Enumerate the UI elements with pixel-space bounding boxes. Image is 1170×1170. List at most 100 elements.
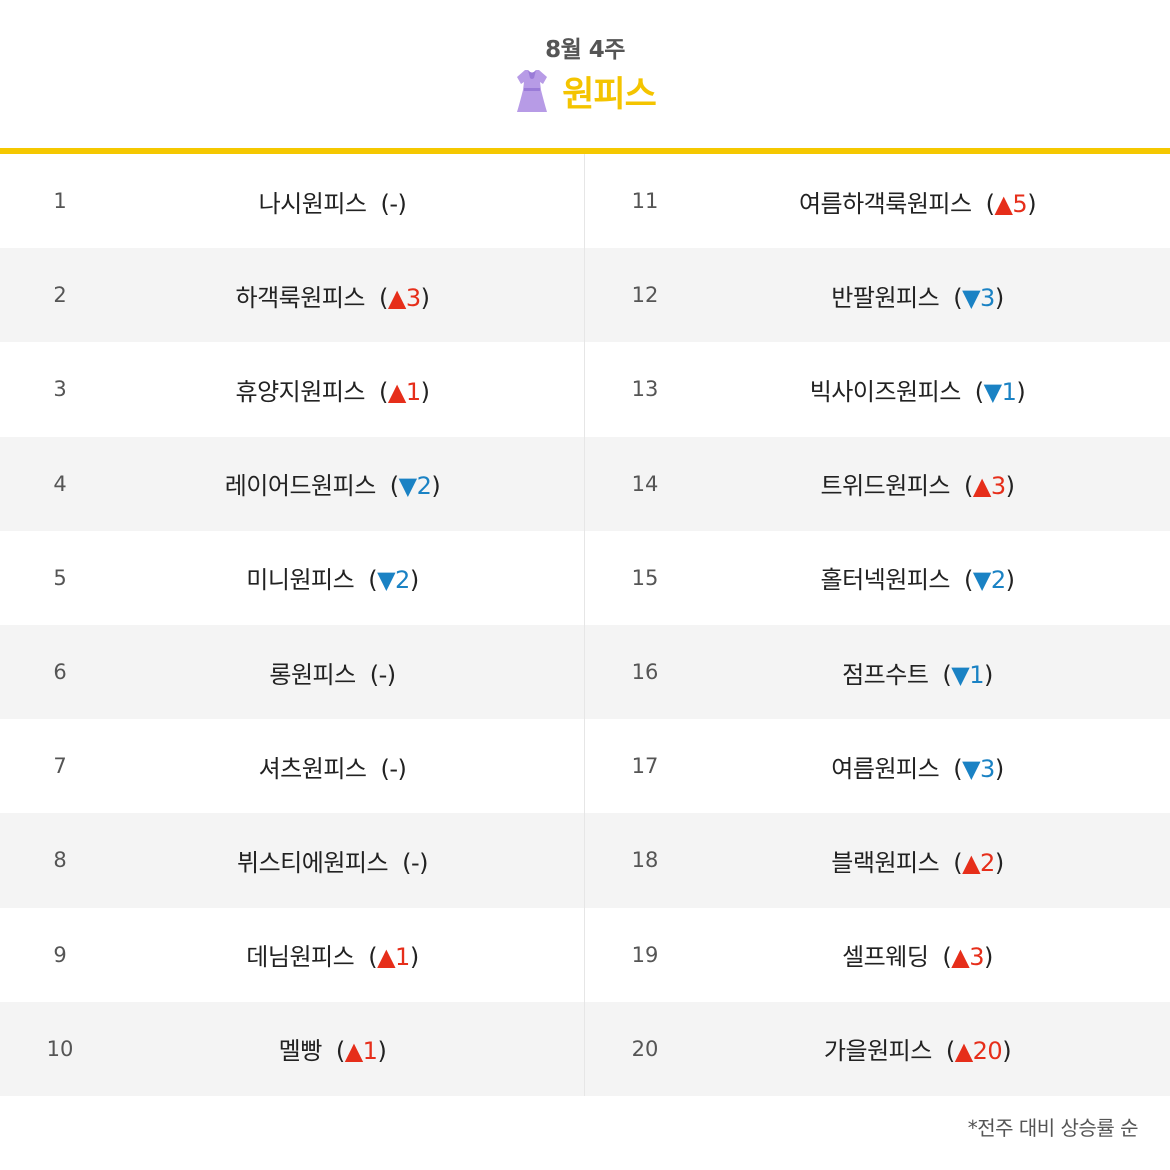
ranking-table: 1 나시원피스 (-) 11 여름하객룩원피스 (▲5) 2 하객룩원피스 (▲3) 12 반팔원피…	[0, 154, 1170, 1096]
keyword-item[interactable]: 멜빵 (▲1)	[0, 1031, 585, 1066]
keyword-item[interactable]: 트위드원피스 (▲3)	[585, 466, 1170, 501]
table-row: 5 미니원피스 (▼2) 15 홀터넥원피스 (▼2)	[0, 530, 1170, 625]
keyword-item[interactable]: 데님원피스 (▲1)	[0, 937, 585, 972]
right-cell: 17 여름원피스 (▼3)	[585, 719, 1170, 813]
keyword-name: 뷔스티에원피스	[237, 848, 389, 877]
up-arrow-icon: ▲1	[344, 1037, 378, 1066]
left-cell: 8 뷔스티에원피스 (-)	[0, 813, 585, 908]
down-arrow-icon: ▼1	[951, 660, 985, 689]
keyword-name: 빅사이즈원피스	[809, 377, 962, 406]
rank-change: (▼3)	[953, 283, 1004, 312]
right-cell: 13 빅사이즈원피스 (▼1)	[585, 342, 1170, 436]
keyword-name: 하객룩원피스	[235, 283, 366, 312]
left-cell: 5 미니원피스 (▼2)	[0, 530, 585, 625]
up-arrow-icon: ▲3	[972, 472, 1006, 501]
left-cell: 4 레이어드원피스 (▼2)	[0, 436, 585, 531]
keyword-item[interactable]: 여름원피스 (▼3)	[585, 749, 1170, 784]
keyword-item[interactable]: 가을원피스 (▲20)	[585, 1031, 1170, 1066]
rank-change: (▲3)	[964, 472, 1015, 501]
left-cell: 9 데님원피스 (▲1)	[0, 907, 585, 1002]
keyword-item[interactable]: 뷔스티에원피스 (-)	[0, 843, 585, 878]
category-title: 원피스	[562, 74, 657, 115]
rank-change: (▲1)	[379, 377, 430, 406]
keyword-item[interactable]: 셔츠원피스 (-)	[0, 749, 585, 784]
keyword-name: 셀프웨딩	[842, 943, 929, 972]
keyword-item[interactable]: 나시원피스 (-)	[0, 184, 585, 219]
header: 8월 4주 원피스	[0, 0, 1170, 148]
table-row: 9 데님원피스 (▲1) 19 셀프웨딩 (▲3)	[0, 907, 1170, 1002]
rank-change: (-)	[380, 754, 407, 783]
keyword-item[interactable]: 미니원피스 (▼2)	[0, 560, 585, 595]
keyword-item[interactable]: 하객룩원피스 (▲3)	[0, 278, 585, 313]
up-arrow-icon: ▲1	[377, 943, 410, 972]
keyword-name: 멜빵	[278, 1037, 323, 1066]
left-cell: 7 셔츠원피스 (-)	[0, 719, 585, 814]
down-arrow-icon: ▼1	[983, 377, 1017, 406]
rank-change: (▲3)	[379, 283, 430, 312]
rank-change: (▲5)	[985, 189, 1037, 218]
right-cell: 14 트위드원피스 (▲3)	[585, 437, 1170, 531]
keyword-name: 미니원피스	[246, 566, 355, 595]
rank-change: (-)	[402, 848, 428, 877]
rank-change: (▲1)	[368, 943, 419, 972]
down-arrow-icon: ▼3	[962, 283, 995, 312]
keyword-name: 휴양지원피스	[235, 377, 366, 406]
left-cell: 3 휴양지원피스 (▲1)	[0, 342, 585, 437]
footnote: *전주 대비 상승률 순	[967, 1116, 1139, 1140]
keyword-item[interactable]: 셀프웨딩 (▲3)	[585, 937, 1170, 972]
table-row: 7 셔츠원피스 (-) 17 여름원피스 (▼3)	[0, 719, 1170, 814]
up-arrow-icon: ▲3	[387, 283, 421, 312]
keyword-item[interactable]: 블랙원피스 (▲2)	[585, 843, 1170, 878]
rank-change: (-)	[369, 660, 396, 689]
left-cell: 6 롱원피스 (-)	[0, 625, 585, 720]
right-cell: 19 셀프웨딩 (▲3)	[585, 908, 1170, 1002]
right-cell: 20 가을원피스 (▲20)	[585, 1002, 1170, 1096]
keyword-name: 트위드원피스	[820, 472, 951, 501]
keyword-item[interactable]: 홀터넥원피스 (▼2)	[585, 560, 1170, 595]
rank-change: (▼2)	[368, 566, 419, 595]
down-arrow-icon: ▼2	[377, 566, 410, 595]
rank-change: (▼2)	[389, 472, 441, 501]
keyword-name: 홀터넥원피스	[820, 566, 951, 595]
keyword-item[interactable]: 여름하객룩원피스 (▲5)	[585, 184, 1170, 219]
table-row: 2 하객룩원피스 (▲3) 12 반팔원피스 (▼3)	[0, 248, 1170, 343]
table-row: 4 레이어드원피스 (▼2) 14 트위드원피스 (▲3)	[0, 436, 1170, 531]
keyword-name: 가을원피스	[823, 1037, 932, 1066]
down-arrow-icon: ▼2	[398, 472, 432, 501]
down-arrow-icon: ▼3	[962, 754, 995, 783]
keyword-item[interactable]: 휴양지원피스 (▲1)	[0, 372, 585, 407]
rank-change: (▲20)	[945, 1037, 1012, 1066]
keyword-name: 반팔원피스	[831, 283, 940, 312]
up-arrow-icon: ▲1	[387, 377, 421, 406]
up-arrow-icon: ▲2	[962, 848, 995, 877]
rank-change: (-)	[380, 189, 407, 218]
rank-change: (▼1)	[974, 377, 1026, 406]
rank-change: (▲1)	[335, 1037, 387, 1066]
keyword-name: 점프수트	[842, 660, 929, 689]
right-cell: 16 점프수트 (▼1)	[585, 625, 1170, 719]
keyword-name: 레이어드원피스	[224, 472, 377, 501]
table-row: 10 멜빵 (▲1) 20 가을원피스 (▲20)	[0, 1001, 1170, 1096]
up-arrow-icon: ▲5	[994, 189, 1028, 218]
title-row: 원피스	[0, 66, 1170, 116]
keyword-name: 나시원피스	[258, 189, 367, 218]
right-cell: 12 반팔원피스 (▼3)	[585, 248, 1170, 342]
keyword-name: 블랙원피스	[831, 848, 940, 877]
keyword-item[interactable]: 빅사이즈원피스 (▼1)	[585, 372, 1170, 407]
table-row: 6 롱원피스 (-) 16 점프수트 (▼1)	[0, 625, 1170, 720]
right-cell: 15 홀터넥원피스 (▼2)	[585, 531, 1170, 625]
keyword-name: 데님원피스	[246, 943, 355, 972]
keyword-name: 여름하객룩원피스	[798, 189, 972, 218]
keyword-item[interactable]: 반팔원피스 (▼3)	[585, 278, 1170, 313]
keyword-item[interactable]: 점프수트 (▼1)	[585, 655, 1170, 690]
week-label: 8월 4주	[545, 37, 625, 63]
keyword-name: 롱원피스	[269, 660, 356, 689]
keyword-item[interactable]: 롱원피스 (-)	[0, 655, 585, 690]
keyword-item[interactable]: 레이어드원피스 (▼2)	[0, 466, 585, 501]
up-arrow-icon: ▲20	[954, 1037, 1003, 1066]
down-arrow-icon: ▼2	[972, 566, 1006, 595]
rank-change: (▼1)	[942, 660, 993, 689]
up-arrow-icon: ▲3	[951, 943, 985, 972]
left-cell: 1 나시원피스 (-)	[0, 154, 585, 249]
dress-icon	[517, 70, 548, 112]
